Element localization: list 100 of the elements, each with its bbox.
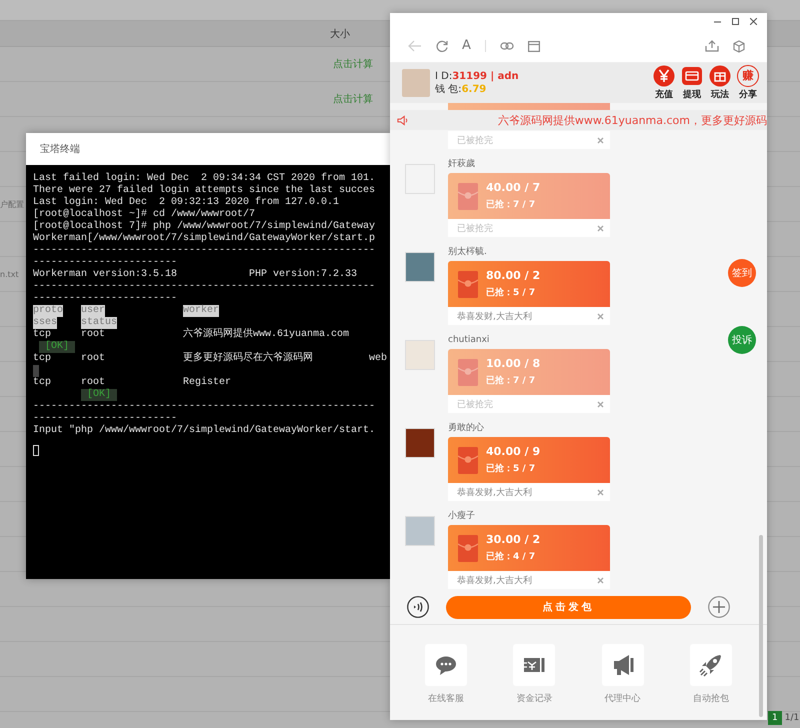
refresh-icon[interactable]: [436, 40, 448, 52]
page-count: 1/1: [784, 713, 800, 723]
window-title: 宝塔终端: [40, 142, 80, 156]
file-name: n.txt: [0, 270, 19, 278]
window-icon[interactable]: [528, 40, 540, 52]
terminal-text: root: [81, 329, 106, 341]
envelope-icon: [458, 182, 478, 210]
terminal-line: There were 27 failed login attempts since the last succes: [33, 185, 376, 196]
avatar-placeholder: [405, 252, 435, 282]
column-header: sses: [33, 317, 58, 329]
packet-progress: 已抢：7 / 7: [486, 198, 536, 211]
megaphone-icon: [602, 644, 644, 686]
packet-progress: 已抢：5 / 7: [486, 462, 536, 475]
floating-button[interactable]: 投诉: [728, 326, 756, 354]
packet-note: 已被抢完: [457, 134, 493, 146]
packet-progress: 已抢：7 / 7: [486, 374, 536, 387]
wallet-balance: 6.79: [462, 84, 486, 95]
terminal-line: ------------------------: [33, 257, 178, 268]
terminal-text: tcp: [33, 329, 52, 340]
terminal-text: root: [81, 377, 106, 388]
scrollbar[interactable]: [759, 535, 763, 717]
withdraw-button[interactable]: 提现: [681, 65, 703, 101]
wallet-label: 钱 包:: [435, 84, 462, 95]
maximize-icon[interactable]: [732, 18, 739, 25]
floating-button[interactable]: 签到: [728, 259, 756, 287]
voice-icon[interactable]: [407, 596, 429, 618]
chat-bubble-icon: [425, 644, 468, 686]
share-icon[interactable]: [705, 40, 719, 52]
terminal-text: root: [81, 353, 106, 365]
page-number[interactable]: 1: [768, 711, 782, 725]
send-packet-button[interactable]: 点击发包: [446, 596, 691, 618]
id-label: I D:: [435, 71, 452, 82]
terminal-line: [root@localhost ~]# cd /www/wwwroot/7: [33, 209, 256, 220]
packet-amount: 40.00 / 7: [486, 181, 540, 194]
cube-icon[interactable]: [733, 40, 745, 52]
terminal-text: web: [369, 353, 388, 365]
menu-item[interactable]: 资金记录: [513, 644, 556, 720]
terminal-text: PHP version:7.2.33: [249, 269, 358, 281]
terminal-text: 更多更好源码尽在六爷源码网: [183, 353, 314, 365]
packet-card[interactable]: 80.00 / 2 已抢：5 / 7: [448, 261, 610, 307]
packet-amount: 80.00 / 2: [486, 269, 540, 282]
terminal-text: tcp: [33, 377, 52, 389]
status-badge: [OK]: [39, 341, 76, 353]
envelope-icon: [458, 270, 478, 298]
terminal-line: ------------------------: [33, 293, 178, 305]
sender-name: 小瘦子: [448, 510, 476, 522]
cursor-icon: [33, 445, 39, 456]
packet-note: 恭喜发财,大吉大利: [457, 574, 532, 586]
envelope-icon: [458, 446, 478, 474]
sender-name: 别太梣毓.: [448, 246, 488, 258]
packet-card[interactable]: 30.00 / 2 已抢：4 / 7: [448, 525, 610, 571]
menu-item[interactable]: 在线客服: [425, 644, 468, 720]
terminal-line: Last failed login: Wed Dec 2 09:34:34 CST 2020 from 101.: [33, 173, 376, 184]
avatar-placeholder: [405, 340, 435, 370]
calculate-link[interactable]: 点击计算: [333, 57, 373, 71]
avatar-placeholder: [405, 428, 435, 458]
terminal-text: tcp: [33, 353, 52, 365]
envelope-icon: [458, 358, 478, 386]
recharge-button[interactable]: 充值: [653, 65, 675, 101]
status-block: [33, 365, 39, 377]
packet-card[interactable]: 40.00 / 7 已抢：7 / 7: [448, 173, 610, 219]
link-icon[interactable]: [500, 41, 514, 51]
file-name: 户配置: [0, 198, 24, 210]
packet-progress: 已抢：5 / 7: [486, 286, 536, 299]
packet-amount: 10.00 / 8: [486, 357, 540, 370]
terminal-line: Workerman[/www/wwwroot/7/simplewind/GatewayWorker/start.p: [33, 233, 376, 245]
terminal-line: Input "php /www/wwwroot/7/simplewind/GatewayWorker/start.: [33, 425, 376, 437]
packet-card[interactable]: 40.00 / 9 已抢：5 / 7: [448, 437, 610, 483]
plus-icon[interactable]: [708, 596, 730, 618]
packet-note: 恭喜发财,大吉大利: [457, 486, 532, 498]
rules-button[interactable]: 玩法: [709, 65, 731, 101]
avatar-placeholder: [405, 516, 435, 546]
envelope-icon: [458, 534, 478, 562]
terminal-line: ---------------------------------------------------------: [33, 281, 376, 293]
card-icon: [681, 65, 703, 87]
terminal-text: 六爷源码网提供www.61yuanma.com: [183, 329, 350, 341]
column-header: 大小: [330, 28, 350, 40]
terminal-line: ---------------------------------------------------------: [33, 245, 376, 257]
packet-note: 恭喜发财,大吉大利: [457, 310, 532, 322]
gift-icon: [709, 65, 731, 87]
packet-card[interactable]: 10.00 / 8 已抢：7 / 7: [448, 349, 610, 395]
sender-name: chutianxi: [448, 334, 490, 346]
column-header: worker: [183, 305, 220, 317]
packet-note: 已被抢完: [457, 398, 493, 410]
close-icon[interactable]: [750, 18, 757, 25]
reader-button[interactable]: A: [462, 39, 471, 53]
menu-item[interactable]: 自动抢包: [690, 644, 732, 720]
terminal-line: ---------------------------------------------------------: [33, 401, 376, 413]
column-header: status: [81, 317, 118, 329]
packet-amount: 40.00 / 9: [486, 445, 540, 458]
avatar-placeholder: [405, 164, 435, 194]
rocket-icon: [690, 644, 732, 686]
share-button[interactable]: 赚 分享: [737, 65, 759, 101]
sender-name: 奸萩歲: [448, 158, 476, 170]
terminal-text: Workerman version:3.5.18: [33, 269, 178, 281]
terminal-line: Last login: Wed Dec 2 09:32:13 2020 from 127.0.0.1: [33, 197, 340, 208]
calculate-link[interactable]: 点击计算: [333, 92, 373, 106]
user-id: 31199 | adn: [452, 71, 519, 82]
menu-item[interactable]: 代理中心: [602, 644, 644, 720]
packet-amount: 30.00 / 2: [486, 533, 540, 546]
